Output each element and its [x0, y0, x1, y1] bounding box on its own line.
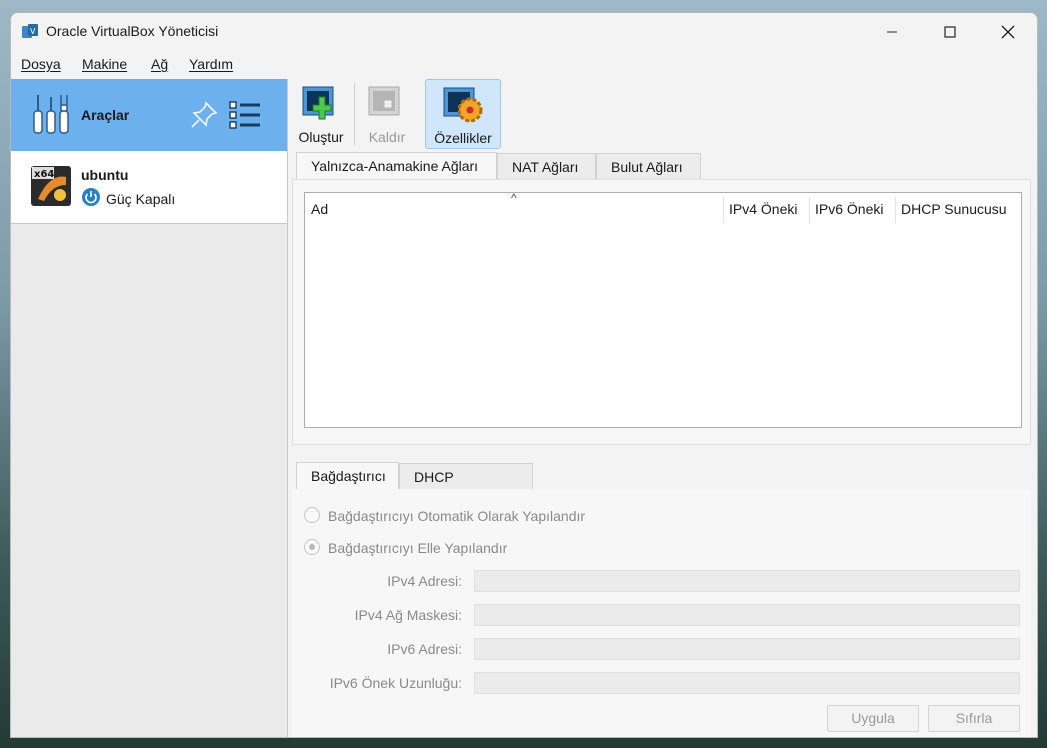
window-title: Oracle VirtualBox Yöneticisi [46, 23, 219, 39]
detail-tabs: Bağdaştırıcı DHCP Sunucusu [296, 462, 1029, 512]
adapter-panel: Bağdaştırıcıyı Otomatik Olarak Yapılandı… [292, 489, 1031, 737]
network-manager-pane: Oluştur Kaldır Özellikler Yalnızca-Anama… [288, 79, 1037, 737]
minimize-button[interactable] [863, 13, 921, 51]
maximize-button[interactable] [921, 13, 979, 51]
toolbar-separator [354, 83, 355, 145]
tab-dhcp-server[interactable]: DHCP Sunucusu [399, 463, 533, 512]
pin-icon[interactable] [188, 99, 220, 131]
manual-config-radio[interactable] [304, 539, 320, 555]
column-header-dhcp-server[interactable]: DHCP Sunucusu [895, 193, 1021, 225]
tab-nat-networks[interactable]: NAT Ağları [497, 153, 596, 180]
auto-config-radio[interactable] [304, 507, 320, 523]
power-off-icon [82, 188, 100, 206]
vm-name: ubuntu [81, 167, 129, 183]
vm-status: Güç Kapalı [106, 191, 176, 207]
minimize-icon [887, 31, 897, 33]
list-menu-icon[interactable] [228, 99, 262, 131]
column-header-ipv6-prefix[interactable]: IPv6 Öneki [809, 193, 895, 225]
maximize-icon [944, 26, 956, 38]
tools-icon [33, 95, 69, 134]
ipv4-netmask-field[interactable] [474, 604, 1020, 626]
tab-cloud-networks[interactable]: Bulut Ağları [596, 153, 701, 180]
ipv4-address-field[interactable] [474, 570, 1020, 592]
column-header-name[interactable]: Ad [305, 193, 723, 225]
menu-bar: Dosya Makine Ağ Yardım [11, 51, 1037, 77]
remove-button[interactable]: Kaldır [358, 79, 416, 149]
close-icon [1001, 25, 1015, 39]
host-only-networks-panel: ^ Ad IPv4 Öneki IPv6 Öneki DHCP Sunucusu [292, 179, 1031, 445]
tab-host-only-networks[interactable]: Yalnızca-Anamakine Ağları [296, 152, 497, 180]
ipv4-netmask-label: IPv4 Ağ Maskesi: [354, 607, 462, 623]
apply-button[interactable]: Uygula [827, 705, 919, 732]
manual-config-label: Bağdaştırıcıyı Elle Yapılandır [328, 540, 508, 556]
vm-list-item-ubuntu[interactable]: x64 ubuntu Güç Kapalı [11, 151, 287, 224]
menu-network[interactable]: Ağ [151, 56, 168, 72]
tab-adapter[interactable]: Bağdaştırıcı [296, 462, 399, 490]
os-badge: x64 [34, 169, 54, 180]
remove-label: Kaldır [368, 129, 406, 145]
ipv6-prefix-length-field[interactable] [474, 672, 1020, 694]
column-header-ipv4-prefix[interactable]: IPv4 Öneki [723, 193, 809, 225]
properties-label: Özellikler [434, 130, 492, 146]
tools-item[interactable]: Araçlar [11, 79, 287, 151]
network-type-tabs: Yalnızca-Anamakine Ağları NAT Ağları Bul… [296, 152, 1029, 180]
properties-button[interactable]: Özellikler [425, 79, 501, 149]
properties-gear-icon [443, 87, 483, 123]
auto-config-label: Bağdaştırıcıyı Otomatik Olarak Yapılandı… [328, 508, 586, 524]
create-label: Oluştur [298, 129, 344, 145]
networks-table[interactable]: ^ Ad IPv4 Öneki IPv6 Öneki DHCP Sunucusu [304, 191, 1022, 428]
ipv6-address-field[interactable] [474, 638, 1020, 660]
close-button[interactable] [979, 13, 1037, 51]
create-button[interactable]: Oluştur [290, 79, 352, 149]
tools-label: Araçlar [81, 107, 130, 123]
machine-list-pane: Araçlar x64 ubuntu Güç Kapalı [11, 79, 288, 737]
create-network-icon [302, 86, 334, 120]
remove-network-icon [368, 86, 400, 116]
menu-file[interactable]: Dosya [21, 56, 61, 72]
virtualbox-logo-icon: V [22, 24, 38, 38]
reset-button[interactable]: Sıfırla [928, 705, 1020, 732]
menu-help[interactable]: Yardım [189, 56, 233, 72]
svg-text:V: V [30, 27, 36, 36]
ipv4-address-label: IPv4 Adresi: [387, 573, 462, 589]
ipv6-address-label: IPv6 Adresi: [387, 641, 462, 657]
menu-machine[interactable]: Makine [82, 56, 127, 72]
virtualbox-window: V Oracle VirtualBox Yöneticisi Dosya Mak… [10, 12, 1038, 738]
ipv6-prefix-length-label: IPv6 Önek Uzunluğu: [329, 675, 462, 691]
ubuntu-x64-os-icon: x64 [31, 166, 71, 206]
title-bar: V Oracle VirtualBox Yöneticisi [11, 13, 1037, 51]
